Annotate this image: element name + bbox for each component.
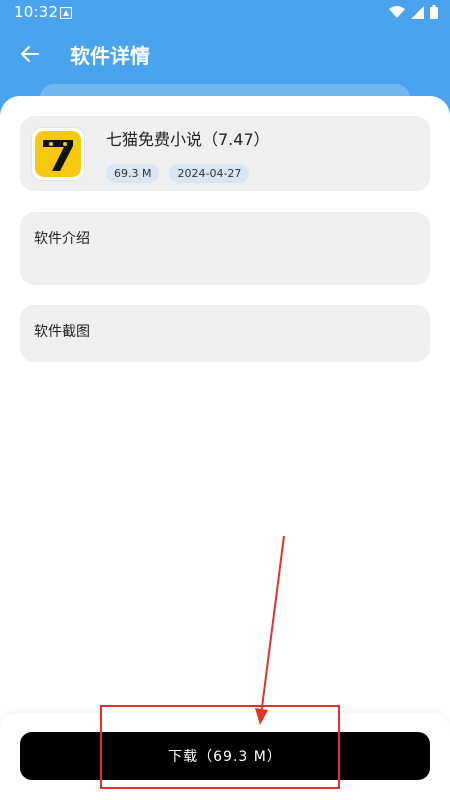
intro-label: 软件介绍	[34, 231, 90, 247]
app-name: 七猫免费小说（7.47）	[106, 130, 270, 149]
date-badge: 2024-04-27	[169, 164, 250, 183]
notification-icon	[59, 5, 73, 20]
page-title: 软件详情	[70, 44, 150, 68]
status-time: 10:32	[14, 3, 59, 21]
status-bar: 10:32	[0, 0, 450, 24]
download-button[interactable]: 下载（69.3 M）	[20, 732, 430, 780]
back-arrow-icon[interactable]	[16, 40, 44, 68]
intro-card: 软件介绍	[20, 212, 430, 285]
size-badge: 69.3 M	[106, 164, 160, 183]
content-sheet	[0, 96, 450, 800]
battery-icon	[430, 5, 438, 23]
screenshots-card: 软件截图	[20, 305, 430, 362]
status-icons	[389, 5, 438, 23]
wifi-icon	[389, 5, 405, 23]
download-label: 下载（69.3 M）	[168, 749, 282, 765]
app-icon	[32, 128, 84, 180]
signal-icon	[411, 5, 424, 23]
app-info-card: 七猫免费小说（7.47） 69.3 M 2024-04-27	[20, 116, 430, 191]
app-tags: 69.3 M 2024-04-27	[106, 164, 250, 183]
screenshots-label: 软件截图	[34, 324, 90, 340]
